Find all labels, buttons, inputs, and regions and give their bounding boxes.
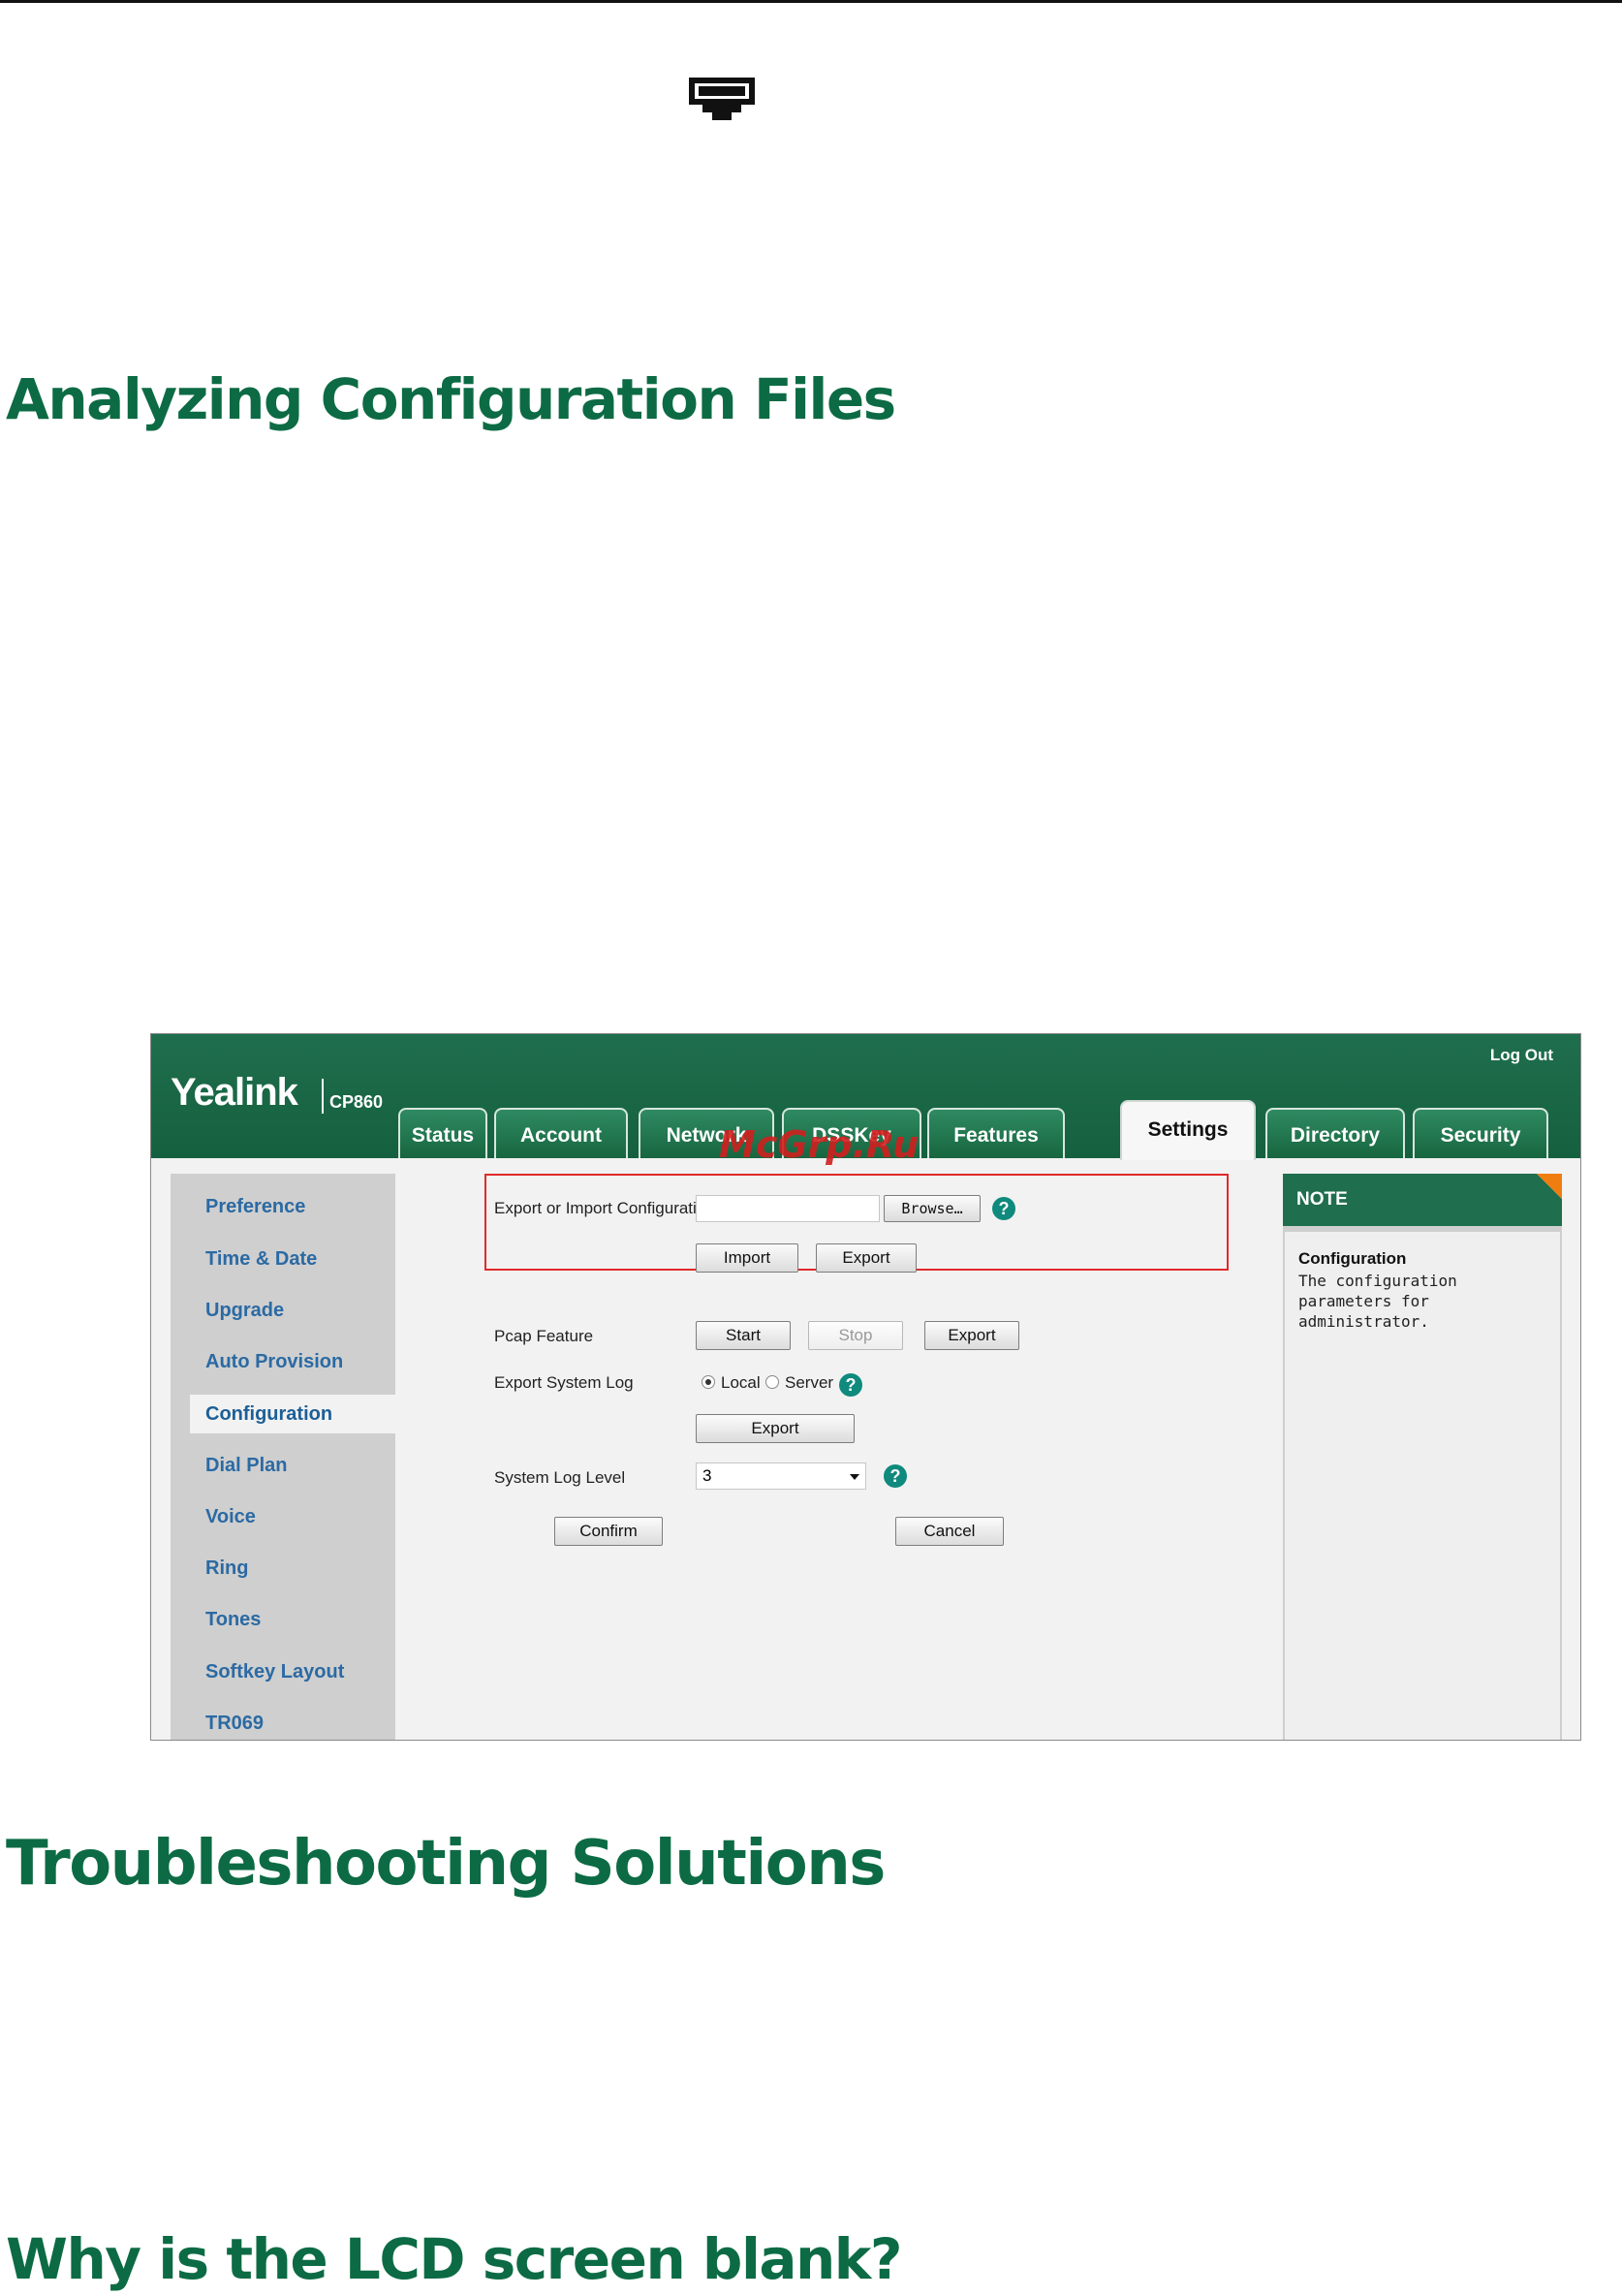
network-port-icon: [689, 78, 755, 120]
note-title: Configuration: [1298, 1249, 1407, 1268]
sidebar-item-upgrade[interactable]: Upgrade: [171, 1291, 395, 1330]
tab-features[interactable]: Features: [927, 1108, 1065, 1158]
tab-settings-active[interactable]: Settings: [1120, 1100, 1256, 1160]
sidebar-item-configuration[interactable]: Configuration: [190, 1395, 395, 1433]
browse-button[interactable]: Browse…: [884, 1195, 981, 1222]
export-system-log-button[interactable]: Export: [696, 1414, 855, 1443]
import-button[interactable]: Import: [696, 1243, 798, 1273]
radio-server[interactable]: [765, 1375, 779, 1389]
section-heading-analyzing: Analyzing Configuration Files: [6, 366, 896, 432]
settings-sidebar: Preference Time & Date Upgrade Auto Prov…: [171, 1174, 395, 1740]
sidebar-item-auto-provision[interactable]: Auto Provision: [171, 1342, 395, 1381]
tab-directory[interactable]: Directory: [1265, 1108, 1405, 1158]
note-corner-fold-icon: [1537, 1174, 1562, 1199]
export-config-button[interactable]: Export: [816, 1243, 917, 1273]
export-system-log-label: Export System Log: [494, 1373, 634, 1392]
tab-status[interactable]: Status: [398, 1108, 487, 1158]
note-header: NOTE: [1283, 1174, 1562, 1226]
sidebar-item-preference[interactable]: Preference: [171, 1187, 395, 1226]
tab-account[interactable]: Account: [494, 1108, 628, 1158]
pcap-feature-label: Pcap Feature: [494, 1327, 594, 1345]
top-rule: [0, 0, 1622, 3]
radio-server-label: Server: [785, 1373, 834, 1392]
help-icon-system-log[interactable]: ?: [839, 1373, 862, 1397]
pcap-stop-button: Stop: [808, 1321, 903, 1350]
pcap-start-button[interactable]: Start: [696, 1321, 791, 1350]
sidebar-item-time-date[interactable]: Time & Date: [171, 1240, 395, 1278]
sidebar-item-tones[interactable]: Tones: [171, 1600, 395, 1639]
sidebar-item-dial-plan[interactable]: Dial Plan: [171, 1446, 395, 1485]
log-level-select[interactable]: 3: [696, 1463, 866, 1490]
config-form: Export or Import Configuration Browse… ?…: [405, 1158, 1277, 1740]
sidebar-item-tr069[interactable]: TR069: [171, 1704, 395, 1740]
confirm-button[interactable]: Confirm: [554, 1517, 663, 1546]
pcap-export-button[interactable]: Export: [924, 1321, 1019, 1350]
export-import-label: Export or Import Configuration: [494, 1199, 715, 1217]
radio-local[interactable]: [702, 1375, 715, 1389]
logout-link[interactable]: Log Out: [1490, 1046, 1553, 1065]
help-icon-export-import[interactable]: ?: [992, 1197, 1015, 1220]
sidebar-item-ring[interactable]: Ring: [171, 1549, 395, 1588]
yealink-logo: Yealink: [171, 1071, 298, 1114]
sidebar-item-voice[interactable]: Voice: [171, 1497, 395, 1536]
system-log-level-label: System Log Level: [494, 1468, 626, 1487]
log-level-value: 3: [702, 1466, 712, 1485]
help-icon-log-level[interactable]: ?: [884, 1464, 907, 1488]
section-heading-lcd-blank: Why is the LCD screen blank?: [6, 2226, 902, 2292]
note-text: The configuration parameters for adminis…: [1298, 1272, 1457, 1331]
chevron-down-icon: [850, 1474, 859, 1480]
web-ui-screenshot: Yealink CP860 Log Out Status Account Net…: [150, 1033, 1581, 1741]
cancel-button[interactable]: Cancel: [895, 1517, 1004, 1546]
logo-separator: [322, 1079, 324, 1114]
radio-local-label: Local: [721, 1373, 761, 1392]
config-file-field[interactable]: [696, 1195, 880, 1222]
sidebar-item-softkey-layout[interactable]: Softkey Layout: [171, 1652, 395, 1691]
note-panel: NOTE Configuration The configuration par…: [1283, 1174, 1562, 1740]
note-body: Configuration The configuration paramete…: [1285, 1232, 1560, 1740]
tab-security[interactable]: Security: [1413, 1108, 1548, 1158]
section-heading-troubleshooting: Troubleshooting Solutions: [6, 1828, 886, 1900]
model-label: CP860: [329, 1092, 384, 1112]
